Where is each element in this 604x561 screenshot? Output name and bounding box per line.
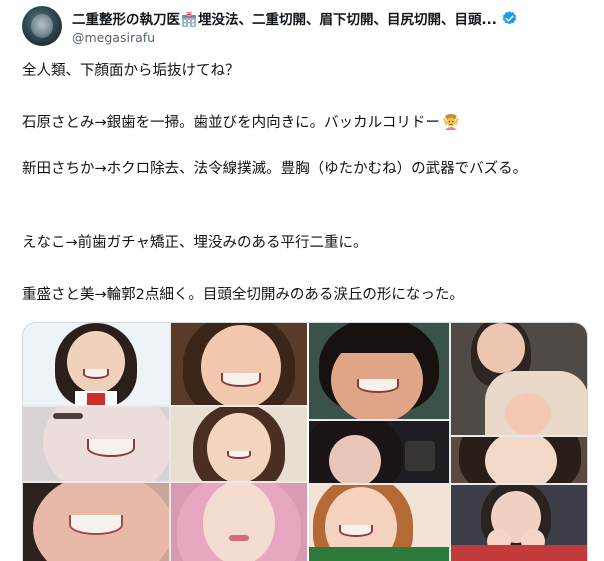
person-gesturing-ok-icon	[442, 113, 460, 131]
tweet-line-2: 石原さとみ→銀歯を一掃。歯並びを内向きに。バッカルコリドー	[22, 112, 460, 134]
verified-badge-icon	[501, 10, 518, 27]
tweet-header: 二重整形の執刀医 埋没法、二重切開、眉下切開、目尻切開、目頭... @megasi…	[22, 6, 592, 56]
author-display-name[interactable]: 二重整形の執刀医 埋没法、二重切開、眉下切開、目尻切開、目頭...	[72, 8, 497, 28]
display-name-text-2: 埋没法、二重切開、眉下切開、目尻切開、目頭...	[198, 12, 497, 28]
author-handle[interactable]: @megasirafu	[72, 30, 155, 45]
tweet-line-3: 新田さちか→ホクロ除去、法令線撲滅。豊胸（ゆたかむね）の武器でバズる。	[22, 161, 528, 177]
tweet-media[interactable]	[22, 322, 588, 561]
tweet-line-4: えなこ→前歯ガチャ矯正、埋没みのある平行二重に。	[22, 235, 368, 251]
hospital-icon	[181, 12, 197, 28]
tweet-line-2-text: 石原さとみ→銀歯を一掃。歯並びを内向きに。バッカルコリドー	[22, 115, 440, 131]
tweet-line-5: 重盛さと美→輪郭2点細く。目頭全切開みのある涙丘の形になった。	[22, 287, 464, 303]
display-name-text: 二重整形の執刀医	[72, 12, 180, 28]
before-after-collage-left[interactable]	[23, 323, 307, 561]
avatar[interactable]	[22, 6, 62, 46]
tweet-line-1: 全人類、下顔面から垢抜けてね？	[22, 63, 240, 79]
author-name-row[interactable]: 二重整形の執刀医 埋没法、二重切開、眉下切開、目尻切開、目頭...	[72, 8, 592, 28]
before-after-collage-right[interactable]	[309, 323, 587, 561]
